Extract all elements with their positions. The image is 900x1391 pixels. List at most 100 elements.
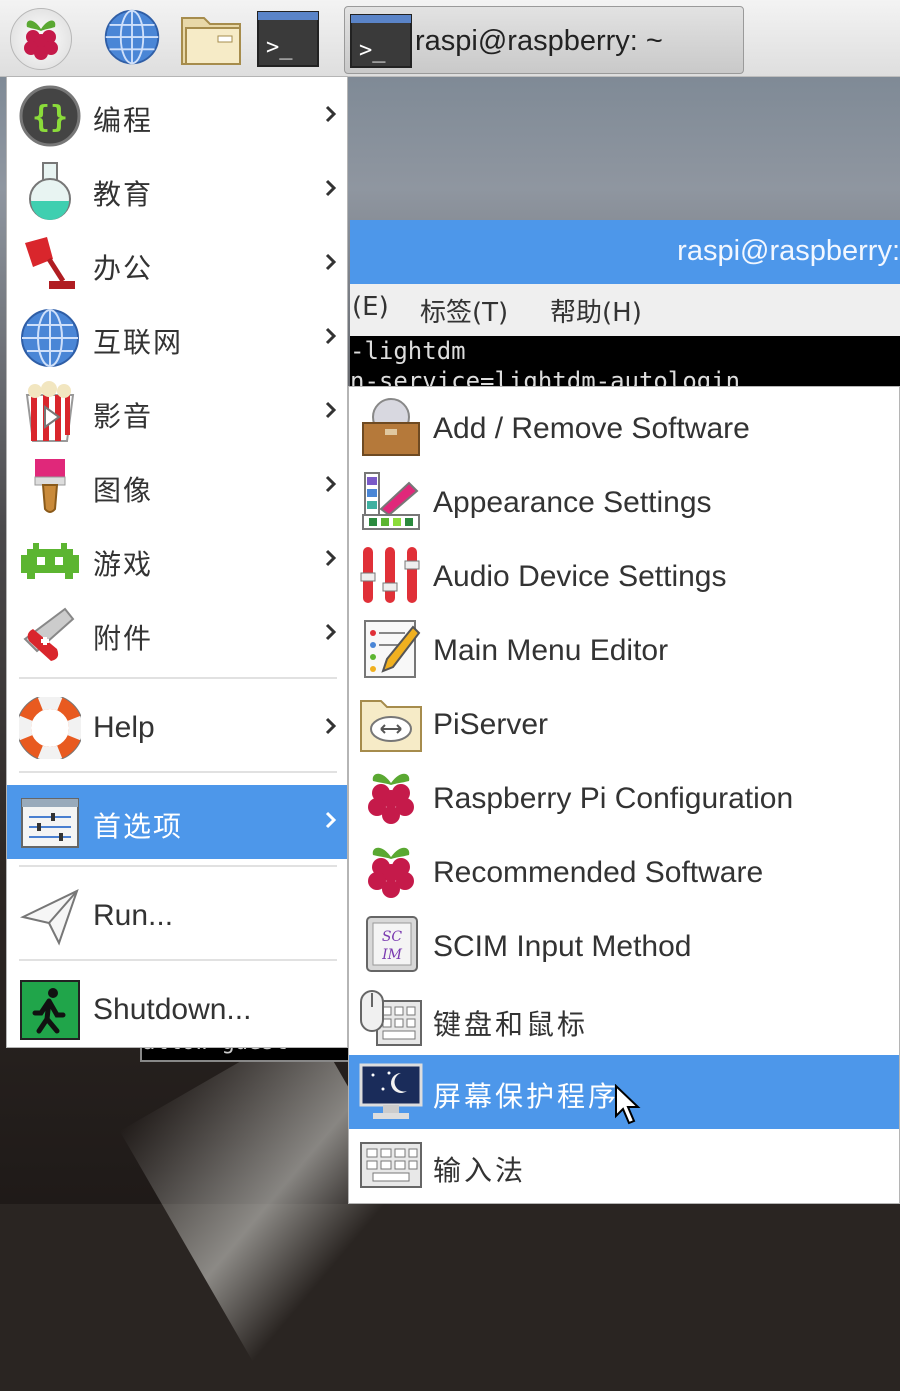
submenu-item-scim-input-method[interactable]: SC IM SCIM Input Method — [349, 909, 899, 983]
taskbar: >_ >_ raspi@raspberry: ~ — [0, 0, 900, 77]
menu-item-label: 游戏 — [93, 548, 154, 581]
scim-icon: SC IM — [366, 916, 418, 972]
space-invader-icon — [21, 543, 79, 579]
terminal-menu-edit[interactable]: (E) — [352, 292, 389, 322]
submenu-item-audio-device-settings[interactable]: Audio Device Settings — [349, 539, 899, 613]
menu-item-help[interactable]: Help — [7, 691, 347, 765]
color-swatch-icon — [362, 472, 420, 530]
svg-text:{}: {} — [32, 100, 68, 135]
terminal-title: raspi@raspberry: — [677, 235, 900, 267]
chevron-right-icon — [325, 549, 337, 567]
menu-item-programming[interactable]: {} 编程 — [7, 79, 347, 153]
raspberry-icon — [24, 20, 58, 60]
globe-icon — [104, 9, 160, 65]
globe-icon — [21, 309, 79, 367]
terminal-titlebar[interactable]: raspi@raspberry: — [350, 220, 900, 284]
terminal-menu-tabs[interactable]: 标签(T) — [420, 292, 508, 329]
submenu-item-label: Recommended Software — [433, 856, 764, 889]
applications-menu-button[interactable] — [10, 8, 72, 70]
chevron-right-icon — [325, 179, 337, 197]
applications-menu: {} 编程 教育 办公 互联网 影音 图像 游戏 附件 Help 首选项 Run… — [6, 76, 348, 1048]
submenu-item-label: Raspberry Pi Configuration — [433, 782, 794, 815]
menu-separator — [19, 959, 337, 961]
menu-item-label: 图像 — [93, 474, 154, 507]
menu-item-internet[interactable]: 互联网 — [7, 301, 347, 375]
menu-item-office[interactable]: 办公 — [7, 227, 347, 301]
submenu-item-main-menu-editor[interactable]: Main Menu Editor — [349, 613, 899, 687]
submenu-item-label: 屏幕保护程序 — [433, 1080, 620, 1113]
paper-plane-icon — [20, 889, 79, 946]
submenu-item-label: 输入法 — [433, 1154, 527, 1187]
menu-item-run[interactable]: Run... — [7, 879, 347, 953]
chevron-right-icon — [325, 401, 337, 419]
svg-text:IM: IM — [381, 947, 403, 963]
chevron-right-icon — [325, 327, 337, 345]
svg-text:SC: SC — [382, 929, 403, 945]
menu-item-label: 附件 — [93, 622, 154, 655]
submenu-item-label: PiServer — [433, 708, 549, 741]
terminal-menu-help[interactable]: 帮助(H) — [550, 292, 642, 329]
menu-item-games[interactable]: 游戏 — [7, 523, 347, 597]
submenu-item-raspberry-pi-configuration[interactable]: Raspberry Pi Configuration — [349, 761, 899, 835]
preferences-sliders-icon — [21, 798, 79, 848]
raspberry-icon — [368, 847, 414, 898]
taskbar-window-button[interactable]: >_ raspi@raspberry: ~ — [344, 6, 744, 74]
submenu-item-add-remove-software[interactable]: Add / Remove Software — [349, 391, 899, 465]
education-flask-icon — [29, 162, 71, 220]
lifebuoy-icon — [19, 697, 81, 759]
menu-item-education[interactable]: 教育 — [7, 153, 347, 227]
menu-item-label: Run... — [93, 899, 174, 932]
folder-icon — [181, 17, 241, 65]
swiss-knife-icon — [23, 607, 75, 661]
submenu-item-input-method[interactable]: 输入法 — [349, 1129, 899, 1203]
chevron-right-icon — [325, 475, 337, 493]
chevron-right-icon — [325, 717, 337, 735]
terminal-icon: >_ — [350, 14, 412, 68]
keyboard-icon — [360, 1142, 422, 1188]
submenu-item-recommended-software[interactable]: Recommended Software — [349, 835, 899, 909]
web-browser-launcher[interactable] — [100, 8, 164, 68]
chevron-right-icon — [325, 253, 337, 271]
file-manager-launcher[interactable] — [178, 8, 244, 68]
menu-item-graphics[interactable]: 图像 — [7, 449, 347, 523]
software-box-icon — [362, 398, 420, 456]
terminal-launcher[interactable]: >_ — [256, 8, 320, 68]
programming-icon: {} — [19, 85, 81, 147]
menu-item-sound-video[interactable]: 影音 — [7, 375, 347, 449]
raspberry-icon — [368, 773, 414, 824]
menu-item-label: 办公 — [93, 252, 154, 285]
menu-item-preferences[interactable]: 首选项 — [7, 785, 347, 859]
menu-separator — [19, 865, 337, 867]
chevron-right-icon — [325, 105, 337, 123]
menu-item-label: 互联网 — [93, 326, 184, 359]
audio-mixer-icon — [360, 547, 420, 603]
keyboard-mouse-icon — [360, 990, 422, 1046]
network-folder-icon — [360, 700, 422, 752]
menu-item-accessories[interactable]: 附件 — [7, 597, 347, 671]
submenu-item-label: 键盘和鼠标 — [433, 1008, 589, 1041]
mouse-pointer-icon — [615, 1084, 641, 1125]
submenu-item-label: SCIM Input Method — [433, 930, 692, 963]
exit-icon — [20, 980, 80, 1040]
menu-item-label: Shutdown... — [93, 993, 252, 1026]
menu-item-shutdown[interactable]: Shutdown... — [7, 973, 347, 1047]
office-lamp-icon — [25, 237, 75, 289]
terminal-menubar: (E) 标签(T) 帮助(H) — [350, 284, 900, 336]
menu-item-label: Help — [93, 711, 155, 744]
preferences-submenu: Add / Remove Software Appearance Setting… — [348, 386, 900, 1204]
menu-separator — [19, 771, 337, 773]
menu-separator — [19, 677, 337, 679]
svg-text:>_: >_ — [359, 38, 386, 63]
submenu-item-label: Main Menu Editor — [433, 634, 669, 667]
submenu-item-keyboard-and-mouse[interactable]: 键盘和鼠标 — [349, 983, 899, 1057]
chevron-right-icon — [325, 811, 337, 829]
submenu-item-piserver[interactable]: PiServer — [349, 687, 899, 761]
submenu-item-appearance-settings[interactable]: Appearance Settings — [349, 465, 899, 539]
paintbrush-icon — [34, 459, 66, 513]
menu-item-label: 影音 — [93, 400, 154, 433]
popcorn-icon — [25, 381, 75, 442]
menu-item-label: 编程 — [93, 104, 154, 137]
submenu-item-label: Audio Device Settings — [433, 560, 727, 593]
taskbar-window-title: raspi@raspberry: ~ — [415, 25, 663, 57]
screensaver-monitor-icon — [359, 1063, 423, 1119]
